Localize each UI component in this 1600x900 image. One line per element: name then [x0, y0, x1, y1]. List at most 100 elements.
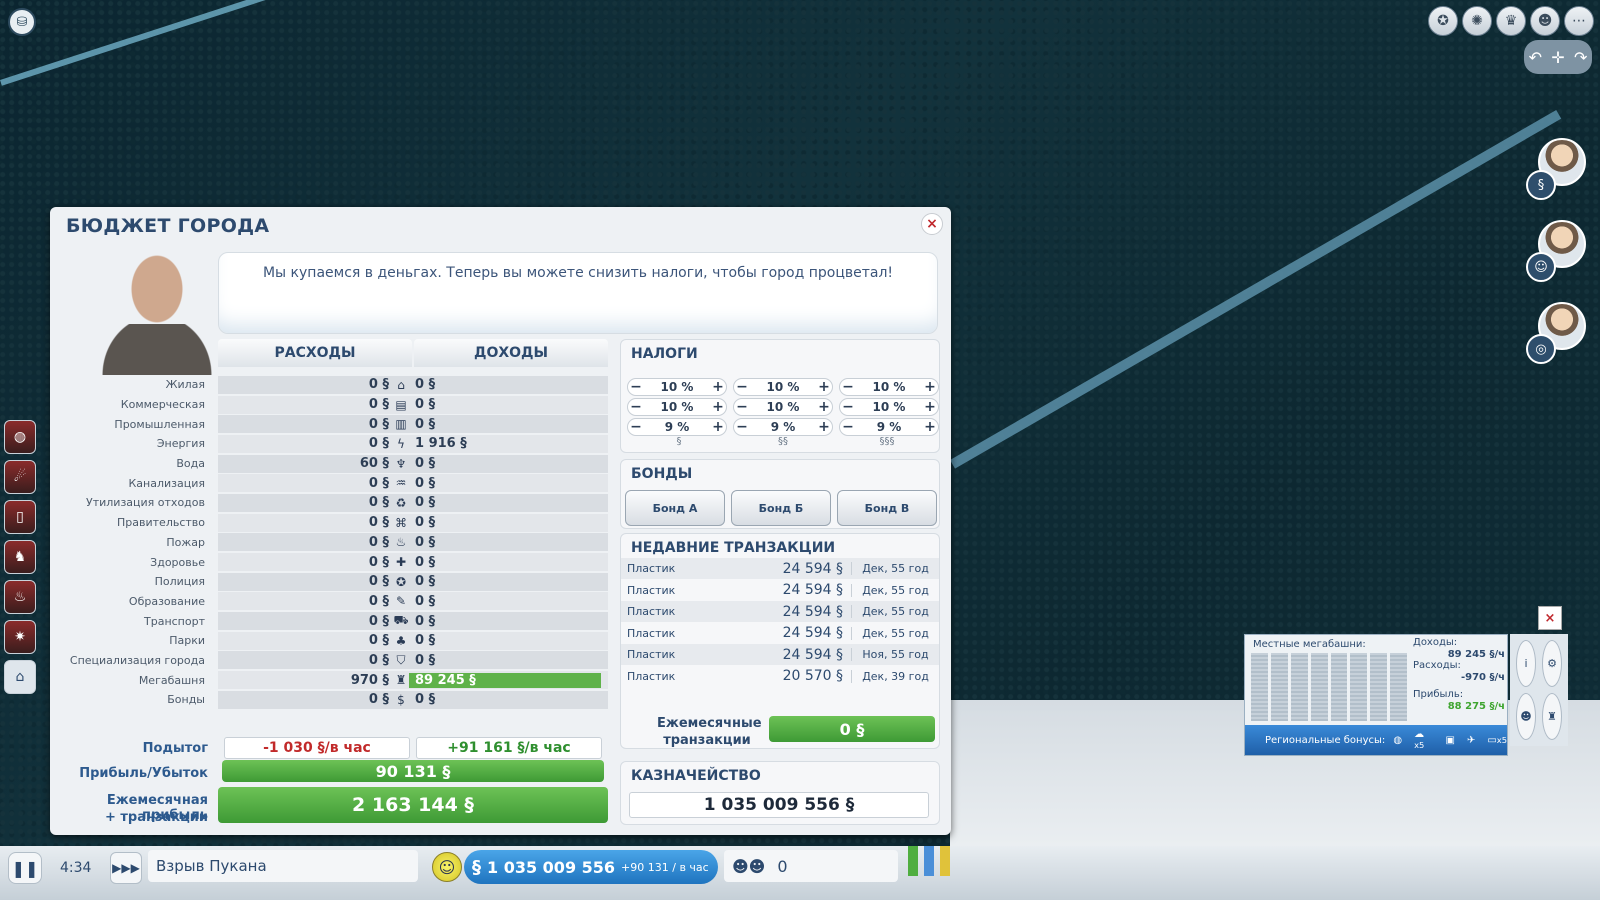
settings-icon[interactable]: ⚙: [1542, 640, 1562, 687]
settings-gear-icon[interactable]: ✺: [1462, 6, 1492, 36]
minus-icon[interactable]: −: [840, 379, 856, 395]
pause-button[interactable]: ❚❚: [8, 852, 42, 884]
transaction-name: Пластик: [627, 626, 676, 640]
megatower-slot[interactable]: [1350, 653, 1368, 721]
plus-icon[interactable]: +: [816, 379, 832, 395]
row-expense: 0 §: [368, 475, 389, 491]
row-income: 0 §: [415, 495, 436, 511]
megatower-finances: Доходы: 89 245 §/ч Расходы: -970 §/ч При…: [1413, 637, 1505, 712]
globe-bonus-icon[interactable]: ◍: [1393, 735, 1402, 746]
bond-c-button[interactable]: Бонд В: [837, 490, 937, 526]
medal-icon[interactable]: ✪: [1428, 6, 1458, 36]
residents-icon[interactable]: ☻: [1516, 693, 1536, 740]
minus-icon[interactable]: −: [734, 379, 750, 395]
minus-icon[interactable]: −: [628, 379, 644, 395]
tax-rate-control: − 9 % +: [839, 418, 939, 436]
rotate-right-icon[interactable]: ↷: [1574, 48, 1587, 67]
trophy-icon[interactable]: ♛: [1496, 6, 1526, 36]
minus-icon[interactable]: −: [628, 399, 644, 415]
disaster-icon[interactable]: ☄: [4, 460, 36, 494]
camera-bonus-icon[interactable]: ▣: [1445, 735, 1454, 746]
finance-advisor-icon[interactable]: §: [1526, 170, 1556, 200]
transaction-amount: 24 594 §: [782, 582, 843, 598]
row-income: 0 §: [415, 652, 436, 668]
cloud-bonus-icon[interactable]: ☁x5: [1414, 729, 1433, 751]
transaction-amount: 24 594 §: [782, 603, 843, 620]
monthly-profit-value: 2 163 144 §: [218, 787, 608, 823]
camera-compass[interactable]: ↶ ✛ ↷: [1524, 40, 1592, 74]
zoom-icon[interactable]: ✛: [1551, 48, 1564, 67]
build-icon[interactable]: ♜: [1542, 693, 1562, 740]
row-income: 0 §: [415, 593, 436, 609]
population-display[interactable]: ☻☻ 0: [724, 850, 898, 882]
rotate-left-icon[interactable]: ↶: [1529, 48, 1542, 67]
profit-label: Прибыль/Убыток: [79, 766, 208, 781]
transaction-row: Пластик 24 594 § Ноя, 55 год: [621, 644, 939, 665]
megatower-slot[interactable]: [1251, 653, 1268, 721]
monthly-transactions-label-2: транзакции: [663, 733, 751, 748]
bond-b-button[interactable]: Бонд Б: [731, 490, 831, 526]
row-income: 0 §: [415, 515, 436, 531]
minus-icon[interactable]: −: [840, 399, 856, 415]
money-display[interactable]: § 1 035 009 556 +90 131 / в час: [464, 850, 718, 884]
monster-icon[interactable]: ♞: [4, 540, 36, 574]
mega-expense-value: -970 §/ч: [1460, 671, 1505, 683]
fire-icon[interactable]: ♨: [4, 580, 36, 614]
megatower-slot[interactable]: [1290, 653, 1308, 721]
plus-icon[interactable]: +: [922, 379, 938, 395]
megatower-slot[interactable]: [1370, 653, 1388, 721]
megatower-slot[interactable]: [1270, 653, 1288, 721]
government-icon: ⌘: [395, 515, 407, 530]
subtotal-income: +91 161 §/в час: [416, 737, 602, 759]
friends-icon[interactable]: ☻: [1530, 6, 1560, 36]
bond-a-button[interactable]: Бонд А: [625, 490, 725, 526]
treasury-panel: КАЗНАЧЕЙСТВО 1 035 009 556 §: [620, 761, 940, 825]
transaction-date: Дек, 55 год: [851, 562, 939, 575]
plus-icon[interactable]: +: [816, 419, 832, 435]
city-name[interactable]: Взрыв Пукана: [148, 850, 418, 882]
close-icon[interactable]: ×: [921, 213, 943, 235]
minus-icon[interactable]: −: [840, 419, 856, 435]
bank-icon[interactable]: ⌂: [4, 660, 36, 694]
minus-icon[interactable]: −: [734, 419, 750, 435]
row-expense: 0 §: [368, 534, 389, 550]
info-icon[interactable]: i: [1516, 640, 1536, 687]
monthly-transactions-label-1: Ежемесячные: [657, 716, 762, 731]
megatower-close-icon[interactable]: ×: [1538, 606, 1562, 630]
megatower-slot[interactable]: [1330, 653, 1348, 721]
monthly-profit-label-2: + транзакции: [104, 810, 208, 825]
bus-icon: ⛟: [393, 613, 409, 628]
megatower-slot[interactable]: [1390, 653, 1407, 721]
minus-icon[interactable]: −: [734, 399, 750, 415]
meteor-icon[interactable]: ✷: [4, 620, 36, 654]
tax-rate-control: − 10 % +: [733, 378, 833, 396]
happiness-icon[interactable]: ☺: [432, 852, 462, 882]
globe-icon[interactable]: ◍: [4, 420, 36, 454]
rci-commercial-bar[interactable]: [924, 846, 934, 876]
minus-icon[interactable]: −: [628, 419, 644, 435]
rci-industrial-bar[interactable]: [940, 846, 950, 876]
plus-icon[interactable]: +: [922, 419, 938, 435]
plus-icon[interactable]: +: [922, 399, 938, 415]
plus-icon[interactable]: +: [816, 399, 832, 415]
document-icon[interactable]: ▯: [4, 500, 36, 534]
row-income: 0 §: [415, 633, 436, 649]
rci-residential-bar[interactable]: [908, 846, 918, 876]
wealth-mid-label: §§: [778, 436, 788, 447]
region-icon[interactable]: ⛁: [8, 8, 36, 36]
plus-icon[interactable]: +: [710, 419, 726, 435]
row-label: Здоровье: [150, 555, 205, 569]
target-advisor-icon[interactable]: ◎: [1526, 334, 1556, 364]
citizen-advisor-icon[interactable]: ☺: [1526, 252, 1556, 282]
megatower-slot[interactable]: [1310, 653, 1328, 721]
factory-icon: ▥: [395, 417, 407, 432]
monitor-bonus-icon[interactable]: ▭x5: [1487, 735, 1507, 746]
plus-icon[interactable]: +: [710, 399, 726, 415]
row-income: 89 245 §: [409, 672, 601, 688]
transaction-date: Дек, 55 год: [851, 583, 939, 597]
satellite-bonus-icon[interactable]: ✈: [1467, 735, 1475, 746]
plus-icon[interactable]: +: [710, 379, 726, 395]
transaction-row: Пластик 20 570 § Дек, 39 год: [621, 666, 939, 687]
speed-button[interactable]: ▶▶▶: [110, 852, 142, 884]
more-menu-icon[interactable]: ⋯: [1564, 6, 1594, 36]
